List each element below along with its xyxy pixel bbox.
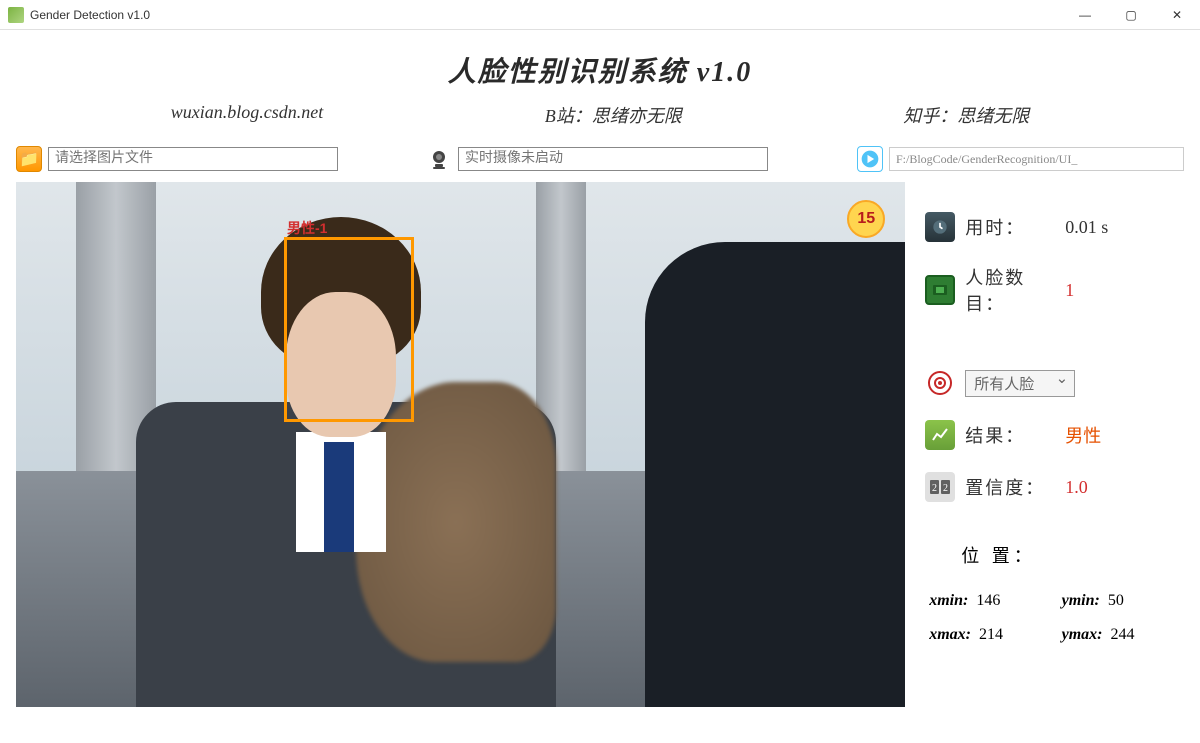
result-icon: [925, 420, 955, 450]
video-display: 15 男性-1: [16, 182, 905, 707]
xmax: xmax: 214: [929, 626, 1051, 644]
link-csdn: wuxian.blog.csdn.net: [171, 102, 323, 128]
result-value: 男性: [1065, 422, 1101, 448]
app-icon: [8, 7, 24, 23]
camera-icon[interactable]: [426, 146, 452, 172]
minimize-button[interactable]: —: [1062, 0, 1108, 30]
titlebar: Gender Detection v1.0 — ▢ ✕: [0, 0, 1200, 30]
camera-status-input[interactable]: [458, 147, 768, 171]
app-title: 人脸性别识别系统 v1.0: [0, 50, 1200, 90]
conf-label: 置信度：: [965, 474, 1055, 500]
time-value: 0.01 s: [1065, 217, 1108, 238]
stat-selector: 所有人脸: [925, 368, 1184, 398]
window-title: Gender Detection v1.0: [30, 8, 1062, 22]
position-grid: xmin: 146 ymin: 50 xmax: 214 ymax: 244: [925, 592, 1184, 644]
header-links: wuxian.blog.csdn.net B站：思绪亦无限 知乎：思绪无限: [0, 90, 1200, 128]
target-icon: [925, 368, 955, 398]
video-path-input[interactable]: [889, 147, 1184, 171]
stat-confidence: 22 置信度： 1.0: [925, 472, 1184, 502]
ymin: ymin: 50: [1062, 592, 1184, 610]
link-zhihu: 知乎：思绪无限: [903, 102, 1029, 128]
result-label: 结果：: [965, 422, 1055, 448]
rating-badge: 15: [847, 200, 885, 238]
link-bilibili: B站：思绪亦无限: [545, 102, 682, 128]
svg-text:2: 2: [943, 483, 948, 494]
image-input-group: 📁: [16, 146, 346, 172]
face-selector-dropdown[interactable]: 所有人脸: [965, 370, 1075, 397]
camera-input-group: [426, 146, 776, 172]
play-icon[interactable]: [857, 146, 883, 172]
video-input-group: [857, 146, 1184, 172]
time-label: 用时：: [965, 214, 1055, 240]
content: 15 男性-1 用时： 0.01 s 人脸数目： 1 所有人脸 结果： 男性 2…: [0, 182, 1200, 707]
stat-result: 结果： 男性: [925, 420, 1184, 450]
stat-time: 用时： 0.01 s: [925, 212, 1184, 242]
count-value: 1: [1065, 280, 1074, 301]
bbox-label: 男性-1: [287, 218, 327, 238]
image-path-input[interactable]: [48, 147, 338, 171]
detection-bbox: 男性-1: [284, 237, 414, 422]
header: 人脸性别识别系统 v1.0 wuxian.blog.csdn.net B站：思绪…: [0, 30, 1200, 140]
position-title: 位 置：: [961, 542, 1184, 568]
count-label: 人脸数目：: [965, 264, 1055, 316]
chip-icon: [925, 275, 955, 305]
xmin: xmin: 146: [929, 592, 1051, 610]
stat-count: 人脸数目： 1: [925, 264, 1184, 316]
clock-icon: [925, 212, 955, 242]
ymax: ymax: 244: [1062, 626, 1184, 644]
svg-text:2: 2: [932, 483, 937, 494]
close-button[interactable]: ✕: [1154, 0, 1200, 30]
side-panel: 用时： 0.01 s 人脸数目： 1 所有人脸 结果： 男性 22 置信度： 1…: [919, 182, 1184, 707]
conf-value: 1.0: [1065, 477, 1088, 498]
folder-icon[interactable]: 📁: [16, 146, 42, 172]
maximize-button[interactable]: ▢: [1108, 0, 1154, 30]
confidence-icon: 22: [925, 472, 955, 502]
video-frame: [16, 182, 905, 707]
input-bar: 📁: [0, 140, 1200, 182]
